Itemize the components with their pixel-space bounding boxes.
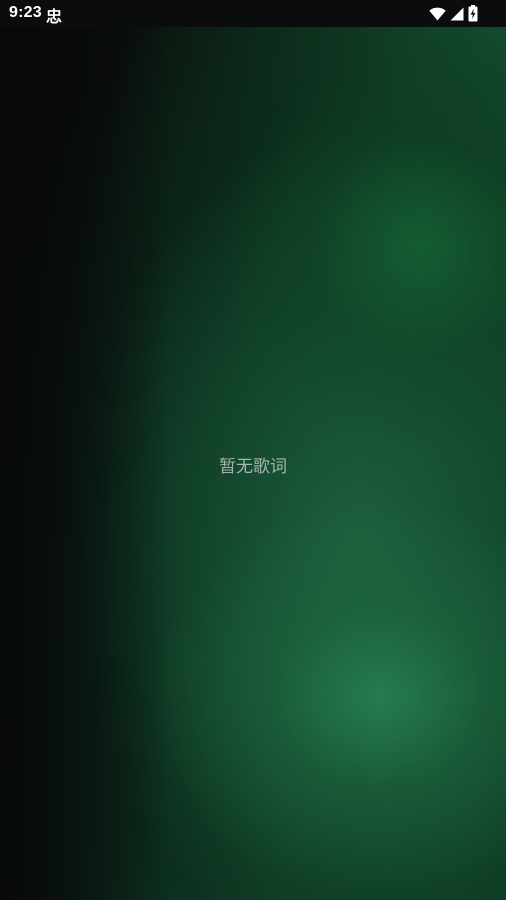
wifi-icon [429, 6, 446, 25]
status-icons [429, 5, 478, 26]
app-notification-icon: 忠 [46, 7, 63, 26]
cellular-signal-icon [450, 6, 464, 25]
status-bar: 9:23 忠 [0, 0, 506, 27]
lyrics-screen: 9:23 忠 暂无歌词 [0, 0, 506, 900]
status-time: 9:23 [9, 4, 42, 21]
battery-charging-icon [468, 5, 478, 26]
no-lyrics-message: 暂无歌词 [219, 457, 287, 477]
